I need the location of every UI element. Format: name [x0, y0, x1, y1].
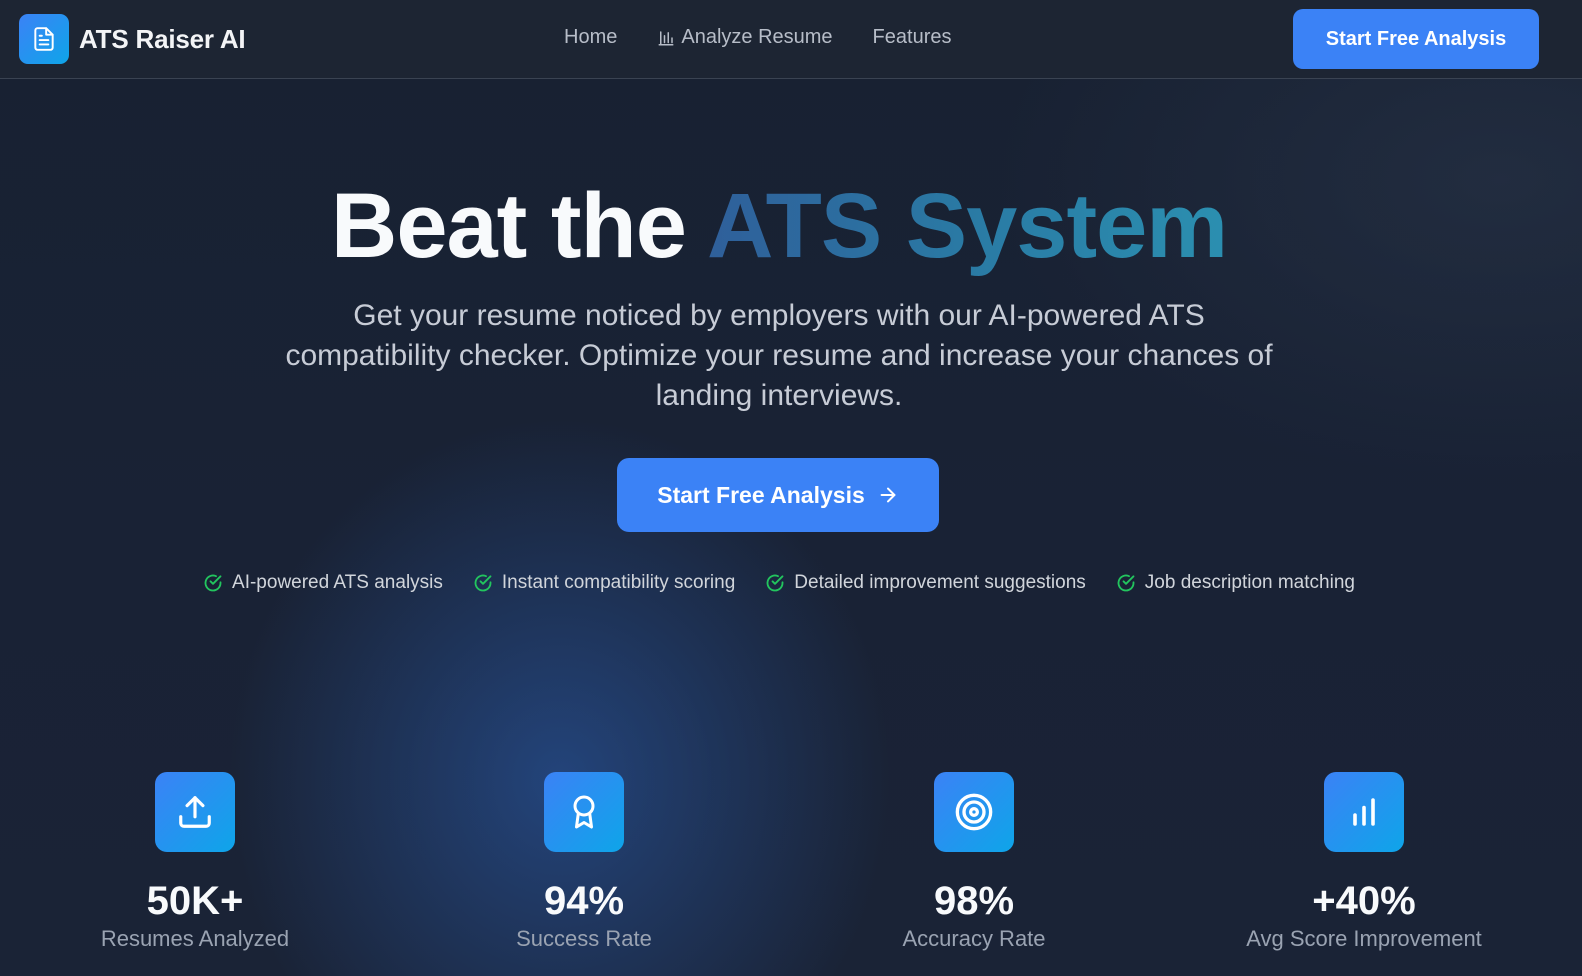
hero-subtitle: Get your resume noticed by employers wit… — [285, 299, 1273, 412]
nav-link-label: Analyze Resume — [681, 26, 833, 48]
upload-icon — [155, 772, 235, 852]
nav-link-home[interactable]: Home — [564, 26, 617, 49]
arrow-right-icon — [877, 484, 899, 506]
stat-resumes-analyzed: 50K+ Resumes Analyzed — [0, 772, 390, 954]
feature-item: Detailed improvement suggestions — [765, 572, 1086, 594]
hero-cta-label: Start Free Analysis — [657, 481, 865, 508]
stat-accuracy-rate: 98% Accuracy Rate — [779, 772, 1169, 954]
award-icon — [544, 772, 624, 852]
top-navbar: ATS Raiser AI Home Analyze Resume Featur… — [0, 0, 1582, 79]
stat-value: 94% — [543, 879, 625, 923]
stat-label: Avg Score Improvement — [1246, 926, 1482, 951]
stat-value: 50K+ — [146, 879, 244, 923]
bar-chart-icon — [657, 29, 675, 47]
check-circle-icon — [765, 573, 785, 593]
landing-page: ATS Raiser AI Home Analyze Resume Featur… — [0, 0, 1582, 976]
feature-label: Job description matching — [1144, 572, 1355, 593]
stat-value: +40% — [1312, 879, 1416, 923]
feature-item: AI-powered ATS analysis — [203, 572, 443, 594]
nav-start-analysis-button[interactable]: Start Free Analysis — [1293, 9, 1539, 69]
feature-label: AI-powered ATS analysis — [232, 572, 443, 593]
check-circle-icon — [203, 573, 223, 593]
check-circle-icon — [473, 573, 493, 593]
stat-value: 98% — [933, 879, 1015, 923]
hero-title-plain: Beat the — [330, 175, 708, 277]
target-icon — [934, 772, 1014, 852]
feature-item: Instant compatibility scoring — [473, 572, 735, 594]
nav-links: Home Analyze Resume Features — [564, 26, 951, 49]
stat-avg-score-improvement: +40% Avg Score Improvement — [1169, 772, 1559, 954]
nav-link-analyze-resume[interactable]: Analyze Resume — [657, 26, 833, 49]
bar-chart-icon — [1324, 772, 1404, 852]
feature-label: Detailed improvement suggestions — [794, 572, 1086, 593]
nav-link-label: Home — [564, 26, 618, 48]
stat-success-rate: 94% Success Rate — [389, 772, 779, 954]
document-icon — [19, 14, 69, 64]
feature-list: AI-powered ATS analysis Instant compatib… — [0, 572, 1558, 594]
stat-label: Accuracy Rate — [902, 926, 1046, 951]
hero-start-analysis-button[interactable]: Start Free Analysis — [617, 458, 939, 532]
brand-name: ATS Raiser AI — [79, 23, 246, 54]
hero-title: Beat the ATS System — [0, 172, 1558, 280]
nav-link-features[interactable]: Features — [873, 26, 952, 49]
brand[interactable]: ATS Raiser AI — [19, 14, 246, 64]
feature-label: Instant compatibility scoring — [501, 572, 736, 593]
stat-label: Success Rate — [516, 926, 652, 951]
check-circle-icon — [1116, 573, 1136, 593]
stat-label: Resumes Analyzed — [100, 926, 290, 951]
nav-link-label: Features — [872, 26, 952, 48]
hero-title-accent: ATS System — [707, 175, 1228, 277]
feature-item: Job description matching — [1116, 572, 1355, 594]
